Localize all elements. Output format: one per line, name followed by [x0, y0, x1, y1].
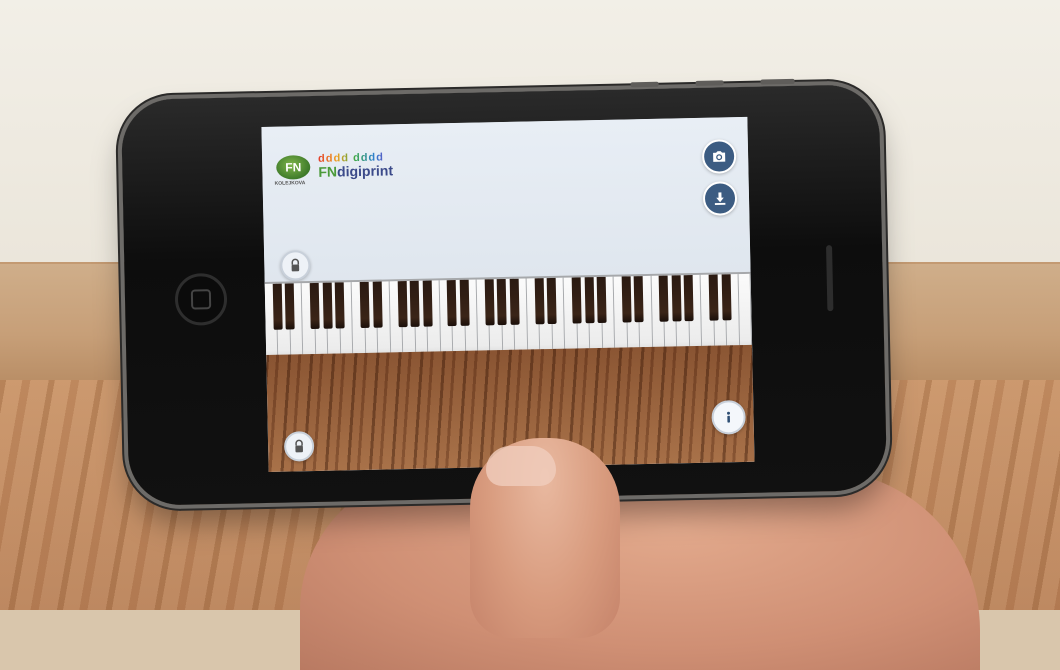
black-key[interactable]	[496, 278, 507, 326]
thumbnail	[486, 446, 556, 486]
home-button[interactable]	[174, 272, 228, 326]
black-key[interactable]	[708, 274, 719, 321]
black-key[interactable]	[584, 277, 595, 324]
black-key[interactable]	[671, 275, 682, 322]
black-key[interactable]	[285, 283, 296, 330]
black-key[interactable]	[272, 283, 283, 330]
smartphone: FN KOLEJKOVA dddd dddd FNdigiprint	[120, 78, 888, 506]
black-key[interactable]	[721, 274, 732, 321]
download-icon	[714, 192, 726, 205]
black-key[interactable]	[683, 275, 694, 322]
app-screen: FN KOLEJKOVA dddd dddd FNdigiprint	[261, 116, 755, 472]
logo-brand: FNdigiprint	[318, 162, 394, 180]
scene-sky	[261, 116, 751, 288]
volume-button	[695, 80, 724, 86]
black-key[interactable]	[397, 281, 408, 328]
black-key[interactable]	[422, 280, 433, 327]
black-key[interactable]	[621, 276, 632, 323]
volume-button	[630, 81, 659, 88]
black-key[interactable]	[596, 276, 607, 324]
lock-icon	[295, 439, 303, 453]
black-key[interactable]	[534, 278, 545, 325]
black-key[interactable]	[334, 282, 345, 329]
app-logo: FN KOLEJKOVA dddd dddd FNdigiprint	[275, 151, 394, 186]
black-key[interactable]	[322, 282, 333, 329]
black-key[interactable]	[658, 275, 669, 322]
power-button	[760, 78, 795, 85]
black-key[interactable]	[546, 277, 557, 325]
speaker-grille	[826, 245, 834, 312]
logo-caption: KOLEJKOVA	[274, 179, 306, 187]
black-key[interactable]	[359, 281, 370, 329]
logo-mark: FN KOLEJKOVA	[275, 154, 311, 186]
white-key[interactable]	[738, 273, 753, 353]
lock-icon	[291, 258, 300, 272]
black-key[interactable]	[571, 277, 582, 324]
logo-wordmark: dddd dddd FNdigiprint	[318, 151, 394, 180]
camera-icon	[713, 151, 726, 162]
black-key[interactable]	[484, 279, 495, 326]
black-key[interactable]	[447, 279, 458, 327]
black-key[interactable]	[310, 282, 321, 330]
info-icon	[727, 411, 731, 423]
black-key[interactable]	[409, 280, 420, 327]
black-key[interactable]	[459, 279, 470, 326]
black-key[interactable]	[509, 278, 520, 325]
black-key[interactable]	[633, 276, 644, 323]
black-key[interactable]	[372, 281, 383, 328]
